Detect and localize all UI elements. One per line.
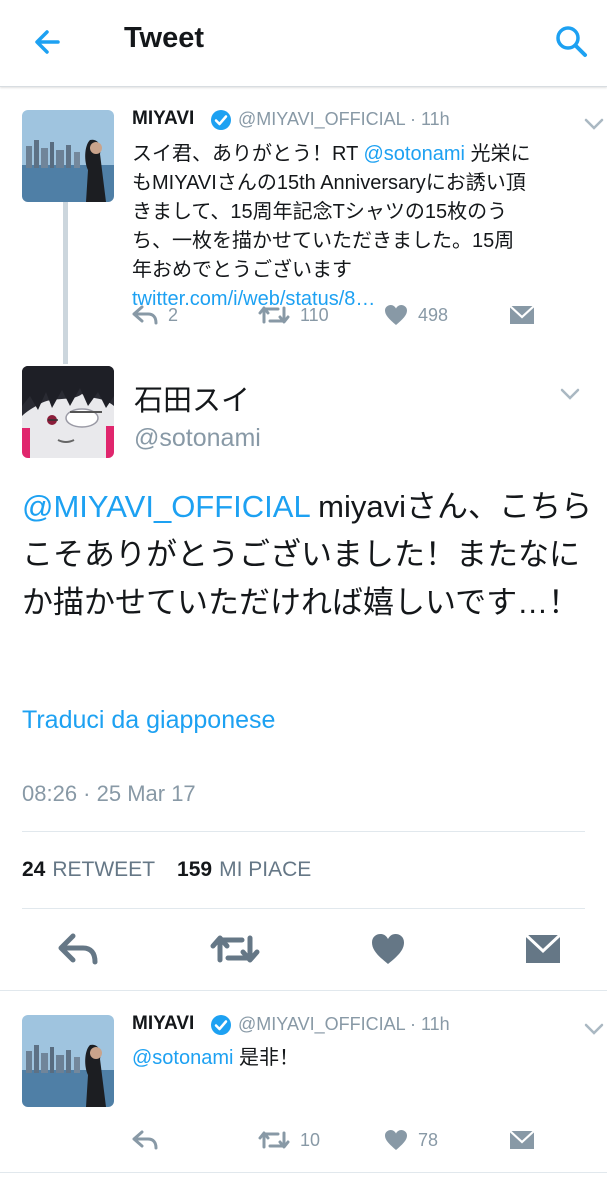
tweet-text: @sotonami 是非！ [132, 1047, 300, 1069]
avatar[interactable] [22, 110, 114, 202]
tweet-text: スイ君、ありがとう！RT @sotonami 光栄にもMIYAVIさんの15th… [132, 143, 531, 310]
tweet-timestamp: 08:26 · 25 Mar 17 [22, 781, 196, 806]
retweet-total: 24 [22, 858, 46, 881]
mention-link[interactable]: @sotonami [132, 1047, 233, 1069]
retweet-button[interactable] [210, 932, 260, 971]
author-handle: @sotonami [134, 424, 261, 452]
chevron-down-icon[interactable] [583, 1022, 605, 1036]
chevron-down-icon[interactable] [583, 117, 605, 131]
direct-message-icon[interactable] [524, 933, 562, 969]
reply-button[interactable]: 2 [132, 304, 178, 326]
retweet-button[interactable]: 10 [258, 1129, 320, 1151]
avatar[interactable] [22, 1015, 114, 1107]
chevron-down-icon[interactable] [559, 387, 581, 401]
page-title: Tweet [124, 22, 205, 54]
top-app-bar [0, 0, 607, 87]
thread-connector-line [63, 202, 68, 364]
author-handle: @MIYAVI_OFFICIAL · 11h [238, 1014, 450, 1034]
divider [22, 908, 585, 909]
author-handle: @MIYAVI_OFFICIAL · 11h [238, 109, 450, 129]
author-name[interactable]: 石田スイ [134, 377, 250, 419]
divider [22, 831, 585, 832]
engagement-stats: 24 RETWEET 159 MI PIACE [22, 858, 311, 882]
retweets-label[interactable]: RETWEET [52, 858, 155, 882]
direct-message-icon[interactable] [509, 305, 545, 325]
retweet-button[interactable]: 110 [258, 304, 329, 326]
avatar[interactable] [22, 366, 114, 458]
likes-label[interactable]: MI PIACE [219, 858, 311, 882]
like-button[interactable] [370, 932, 406, 971]
like-count: 78 [418, 1129, 439, 1150]
like-button[interactable]: 78 [384, 1129, 438, 1151]
search-icon[interactable] [552, 22, 592, 62]
divider [0, 1172, 607, 1173]
retweet-count: 10 [300, 1129, 321, 1150]
like-total: 159 [177, 858, 213, 881]
like-count: 498 [418, 304, 449, 325]
translate-link[interactable]: Traduci da giapponese [22, 706, 275, 735]
verified-badge-icon [210, 109, 232, 131]
retweet-count: 110 [300, 304, 329, 325]
reply-button[interactable] [57, 932, 99, 971]
mention-link[interactable]: @sotonami [364, 143, 465, 165]
mention-link[interactable]: @MIYAVI_OFFICIAL [22, 489, 310, 524]
direct-message-icon[interactable] [509, 1130, 545, 1150]
author-name[interactable]: MIYAVI [132, 1013, 194, 1035]
back-arrow-icon[interactable] [28, 22, 68, 62]
author-name[interactable]: MIYAVI [132, 108, 194, 130]
divider [0, 990, 607, 991]
tweet-text: @MIYAVI_OFFICIAL miyaviさん、こちらこそありがとうございま… [22, 489, 593, 620]
like-button[interactable]: 498 [384, 304, 448, 326]
reply-button[interactable] [132, 1129, 168, 1151]
reply-count: 2 [168, 304, 179, 325]
verified-badge-icon [210, 1014, 232, 1036]
